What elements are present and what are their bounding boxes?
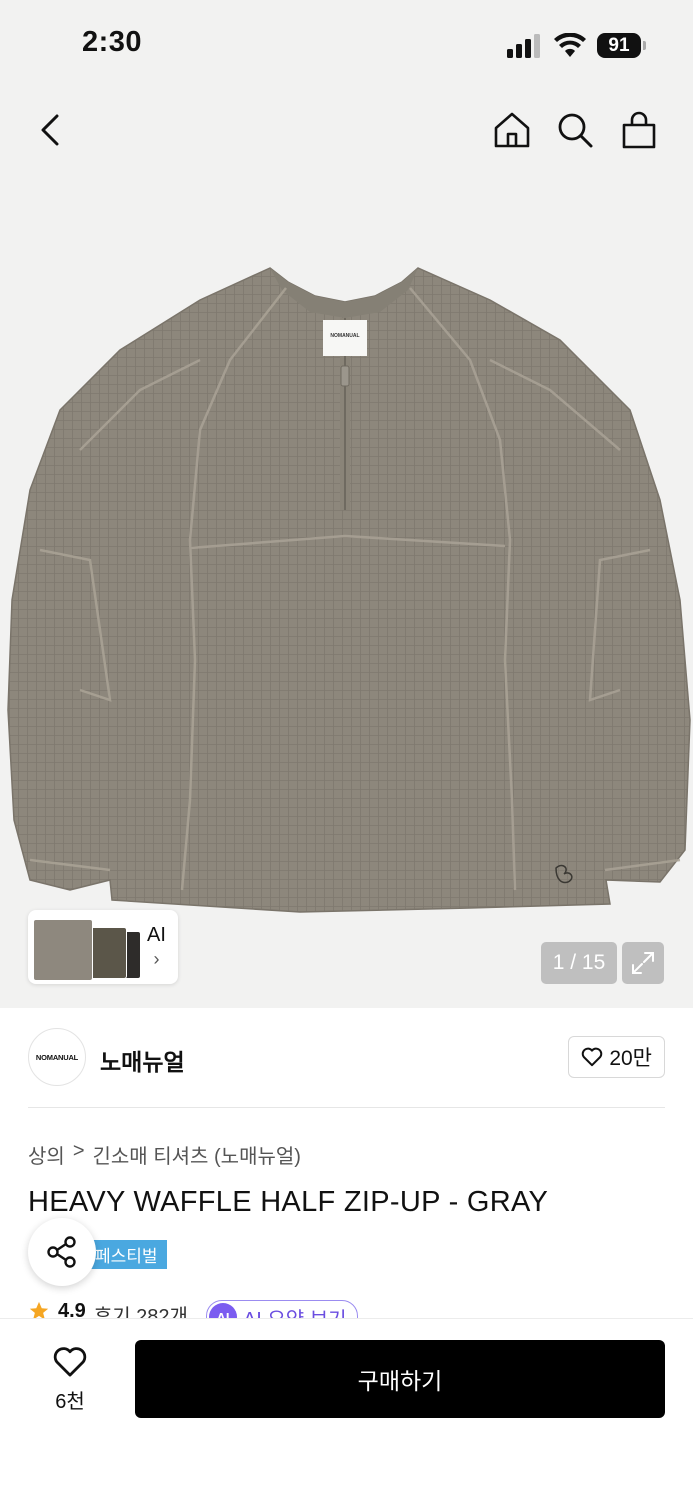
brand-like-count: 20만 xyxy=(609,1047,652,1070)
wishlist-count: 6천 xyxy=(55,1391,85,1413)
page-indicator: 1 / 15 xyxy=(541,942,617,984)
share-icon xyxy=(47,1236,76,1268)
breadcrumb-separator: > xyxy=(72,1140,85,1162)
heart-icon xyxy=(53,1347,87,1377)
festival-badge: 페스티벌 xyxy=(86,1240,167,1269)
neck-tag-text: NOMANUAL xyxy=(330,333,359,339)
brand-name[interactable]: 노매뉴얼 xyxy=(100,1043,185,1077)
expand-button[interactable] xyxy=(622,942,664,984)
home-button[interactable] xyxy=(487,105,537,155)
signal-icon xyxy=(507,34,543,58)
cart-button[interactable] xyxy=(614,105,664,155)
wishlist-button[interactable]: 6천 xyxy=(38,1346,102,1416)
status-bar: 2:30 91 xyxy=(0,0,693,90)
battery-icon: 91 xyxy=(597,33,641,58)
wifi-icon xyxy=(554,33,586,57)
heart-icon xyxy=(582,1047,603,1067)
shopping-bag-icon xyxy=(622,111,656,149)
product-title: HEAVY WAFFLE HALF ZIP-UP - GRAY xyxy=(28,1186,549,1218)
breadcrumb-subcategory[interactable]: 긴소매 티셔츠 (노매뉴얼) xyxy=(93,1140,301,1169)
share-button[interactable] xyxy=(28,1218,96,1286)
back-button[interactable] xyxy=(25,105,75,155)
divider xyxy=(28,1107,665,1108)
search-icon xyxy=(558,113,593,148)
product-image: NOMANUAL xyxy=(7,267,691,913)
brand-logo[interactable]: NOMANUAL xyxy=(28,1028,86,1086)
breadcrumb-category[interactable]: 상의 xyxy=(28,1140,65,1169)
ai-label: AI › xyxy=(147,924,166,969)
thumbnail-stack xyxy=(33,915,141,981)
top-nav xyxy=(0,100,693,160)
product-gallery[interactable]: 2:30 91 NOMANUAL AI › 1 / 15 xyxy=(0,0,693,1008)
home-icon xyxy=(494,112,530,148)
brand-like-button[interactable]: 20만 xyxy=(568,1036,665,1078)
brand-row[interactable]: NOMANUAL 노매뉴얼 20만 xyxy=(28,1028,665,1086)
battery-nub xyxy=(643,41,646,50)
ai-fitting-thumbnail[interactable]: AI › xyxy=(28,910,178,984)
expand-icon xyxy=(632,952,654,974)
search-button[interactable] xyxy=(550,105,600,155)
breadcrumb: 상의 > 긴소매 티셔츠 (노매뉴얼) xyxy=(28,1140,301,1169)
back-arrow-icon xyxy=(41,114,59,146)
buy-button[interactable]: 구매하기 xyxy=(135,1340,665,1418)
status-time: 2:30 xyxy=(82,26,143,58)
